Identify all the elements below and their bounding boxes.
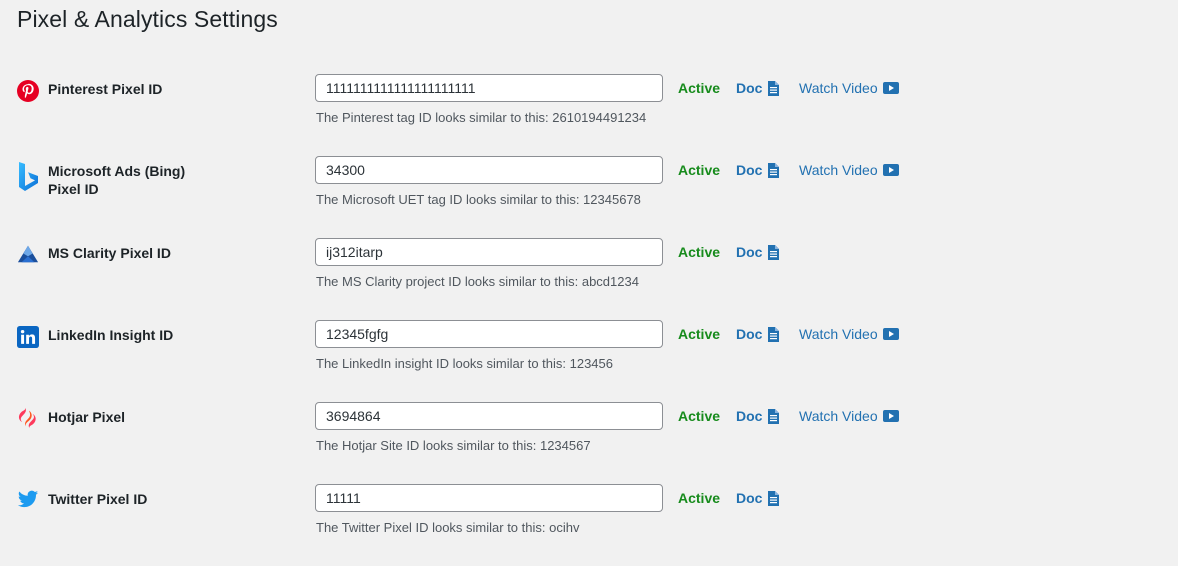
- linkedin-icon: [17, 326, 39, 348]
- pixel-row-twitter: Twitter Pixel ID Active Doc The Twitter …: [0, 484, 1178, 566]
- pixel-label: Hotjar Pixel: [48, 409, 126, 425]
- status-badge: Active: [678, 244, 721, 260]
- watch-video-link[interactable]: Watch Video: [799, 162, 899, 178]
- watch-video-link[interactable]: Watch Video: [799, 408, 899, 424]
- pixel-label: Twitter Pixel ID: [48, 491, 148, 507]
- doc-link[interactable]: Doc: [736, 490, 780, 506]
- pixel-id-hint: The MS Clarity project ID looks similar …: [316, 274, 639, 289]
- bing-icon: [17, 161, 39, 197]
- pinterest-icon: [17, 80, 39, 102]
- pixel-id-hint: The LinkedIn insight ID looks similar to…: [316, 356, 613, 371]
- pixel-row-hotjar: Hotjar Pixel Active Doc Watch Video The …: [0, 402, 1178, 484]
- status-badge: Active: [678, 408, 721, 424]
- watch-video-label: Watch Video: [799, 326, 878, 342]
- document-icon: [767, 326, 780, 342]
- doc-link-label: Doc: [736, 244, 763, 260]
- status-badge: Active: [678, 490, 721, 506]
- pixel-id-hint: The Hotjar Site ID looks similar to this…: [316, 438, 591, 453]
- linkedin-insight-id-input[interactable]: [315, 320, 663, 348]
- video-play-icon: [882, 328, 899, 340]
- hotjar-icon: [17, 407, 39, 429]
- pixel-id-hint: The Twitter Pixel ID looks similar to th…: [316, 520, 580, 535]
- doc-link[interactable]: Doc: [736, 80, 780, 96]
- doc-link-label: Doc: [736, 326, 763, 342]
- status-badge: Active: [678, 162, 721, 178]
- pixel-row-clarity: MS Clarity Pixel ID Active Doc The MS Cl…: [0, 238, 1178, 320]
- pixel-label: Pinterest Pixel ID: [48, 81, 163, 97]
- document-icon: [767, 80, 780, 96]
- doc-link[interactable]: Doc: [736, 162, 780, 178]
- video-play-icon: [882, 410, 899, 422]
- document-icon: [767, 408, 780, 424]
- document-icon: [767, 490, 780, 506]
- clarity-icon: [17, 243, 39, 265]
- hotjar-pixel-id-input[interactable]: [315, 402, 663, 430]
- doc-link[interactable]: Doc: [736, 326, 780, 342]
- pixel-label: Microsoft Ads (Bing) Pixel ID: [48, 163, 186, 197]
- bing-pixel-id-input[interactable]: [315, 156, 663, 184]
- video-play-icon: [882, 82, 899, 94]
- watch-video-label: Watch Video: [799, 162, 878, 178]
- clarity-pixel-id-input[interactable]: [315, 238, 663, 266]
- video-play-icon: [882, 164, 899, 176]
- pixel-row-bing: Microsoft Ads (Bing) Pixel ID Active Doc…: [0, 156, 1178, 238]
- doc-link-label: Doc: [736, 490, 763, 506]
- doc-link-label: Doc: [736, 162, 763, 178]
- twitter-pixel-id-input[interactable]: [315, 484, 663, 512]
- twitter-icon: [17, 488, 39, 510]
- watch-video-link[interactable]: Watch Video: [799, 80, 899, 96]
- doc-link-label: Doc: [736, 408, 763, 424]
- doc-link[interactable]: Doc: [736, 244, 780, 260]
- status-badge: Active: [678, 80, 721, 96]
- document-icon: [767, 244, 780, 260]
- pixel-label: LinkedIn Insight ID: [48, 327, 174, 343]
- watch-video-link[interactable]: Watch Video: [799, 326, 899, 342]
- pixel-id-hint: The Pinterest tag ID looks similar to th…: [316, 110, 647, 125]
- doc-link[interactable]: Doc: [736, 408, 780, 424]
- document-icon: [767, 162, 780, 178]
- watch-video-label: Watch Video: [799, 408, 878, 424]
- page-title: Pixel & Analytics Settings: [17, 6, 278, 32]
- pinterest-pixel-id-input[interactable]: [315, 74, 663, 102]
- pixel-row-linkedin: LinkedIn Insight ID Active Doc Watch Vid…: [0, 320, 1178, 402]
- status-badge: Active: [678, 326, 721, 342]
- watch-video-label: Watch Video: [799, 80, 878, 96]
- pixel-row-pinterest: Pinterest Pixel ID Active Doc Watch Vide…: [0, 74, 1178, 156]
- pixel-id-hint: The Microsoft UET tag ID looks similar t…: [316, 192, 641, 207]
- pixel-label: MS Clarity Pixel ID: [48, 245, 171, 261]
- doc-link-label: Doc: [736, 80, 763, 96]
